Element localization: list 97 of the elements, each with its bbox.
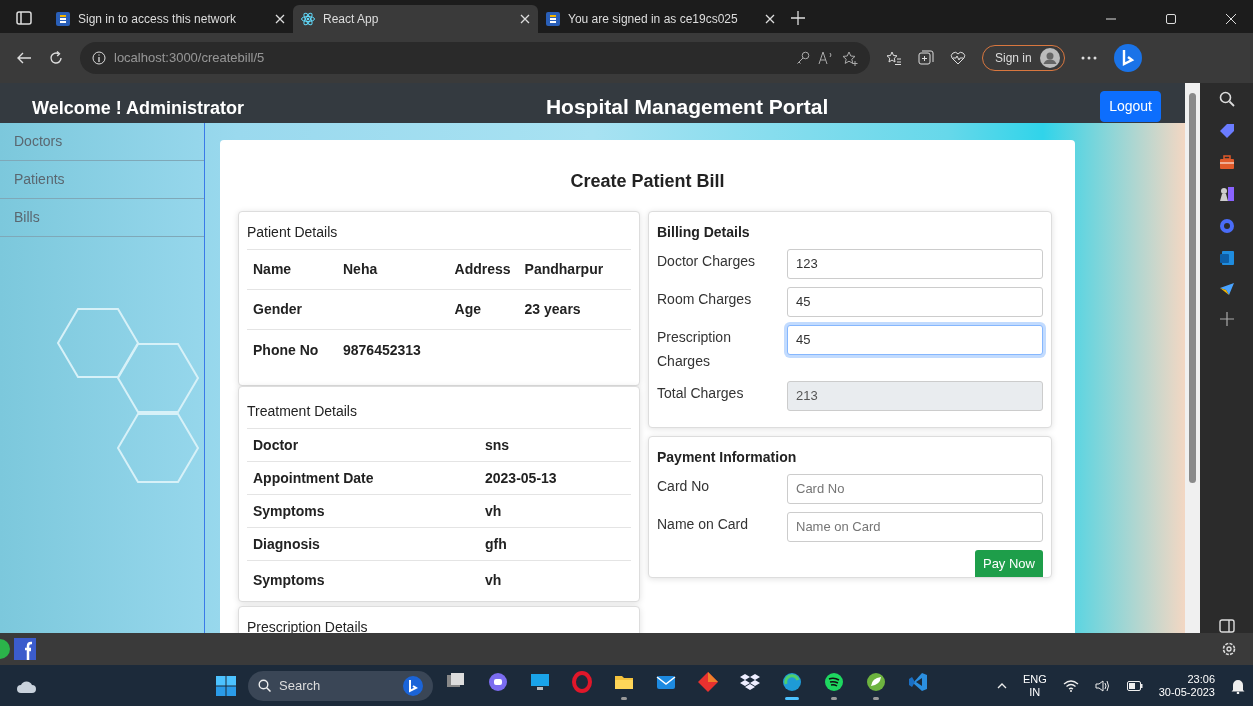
field-label: Doctor xyxy=(253,436,299,453)
search-placeholder: Search xyxy=(279,676,322,695)
windows-start-icon[interactable] xyxy=(216,675,236,696)
field-value: vh xyxy=(485,572,502,589)
info-icon[interactable] xyxy=(92,51,106,65)
field-value: 2023-05-13 xyxy=(485,469,557,486)
browser-tab[interactable]: React App xyxy=(293,5,538,33)
input-field[interactable]: 123 xyxy=(787,248,1043,279)
settings-icon[interactable] xyxy=(1221,641,1237,657)
close-icon[interactable] xyxy=(520,14,530,24)
tab-title: Sign in to access this network xyxy=(78,11,238,28)
sidebar-panel-icon[interactable] xyxy=(1218,619,1235,633)
diamond-icon xyxy=(697,671,719,693)
field-value: 23 years xyxy=(524,300,581,317)
avatar-icon xyxy=(1039,48,1060,68)
key-icon[interactable] xyxy=(796,51,810,65)
read-aloud-icon[interactable] xyxy=(818,51,834,65)
field-label: Name xyxy=(253,260,292,277)
portal-title: Hospital Management Portal xyxy=(544,94,830,120)
toolbox-icon[interactable] xyxy=(1218,155,1235,170)
heart-pulse-icon[interactable] xyxy=(950,51,966,65)
chess-pieces-icon[interactable] xyxy=(1218,186,1235,202)
paper-plane-icon[interactable] xyxy=(1218,282,1235,296)
back-icon[interactable] xyxy=(16,51,32,65)
tab-title: You are signed in as ce19cs025 xyxy=(568,11,739,28)
language-label[interactable]: ENG xyxy=(1022,672,1047,686)
field-label: Diagnosis xyxy=(253,535,320,552)
field-label: Appointment Date xyxy=(253,469,374,486)
new-tab-icon[interactable] xyxy=(791,11,805,25)
field-label: Total Charges xyxy=(657,383,745,403)
atom-icon xyxy=(301,12,315,26)
refresh-icon[interactable] xyxy=(48,50,64,66)
star-plus-icon[interactable] xyxy=(842,50,858,66)
address-bar[interactable]: localhost:3000/createbill/5 xyxy=(80,42,870,74)
clock-date[interactable]: 30-05-2023 xyxy=(1158,685,1215,699)
field-value: vh xyxy=(485,502,502,519)
search-icon[interactable] xyxy=(1218,91,1235,107)
field-label: Card No xyxy=(657,476,711,496)
input-field[interactable]: 45 xyxy=(787,324,1043,355)
panel-title: Treatment Details xyxy=(247,402,358,421)
field-value: Pandharpur xyxy=(524,260,604,277)
search-icon xyxy=(258,679,271,692)
close-icon[interactable] xyxy=(1225,13,1237,25)
favorites-icon[interactable] xyxy=(886,51,902,65)
panel-title: Payment Information xyxy=(657,447,798,467)
code-editor-icon xyxy=(907,671,929,693)
leaf-icon xyxy=(865,671,887,693)
field-label: Name on Card xyxy=(657,514,750,534)
monitor-icon xyxy=(529,671,551,693)
collections-icon[interactable] xyxy=(918,50,934,66)
tag-icon[interactable] xyxy=(1218,123,1235,139)
wifi-icon[interactable] xyxy=(1062,679,1079,692)
field-label: Symptoms xyxy=(253,502,325,519)
close-icon[interactable] xyxy=(765,14,775,24)
panel-title: Billing Details xyxy=(657,222,751,242)
field-label: Doctor Charges xyxy=(657,251,757,271)
tab-actions-icon[interactable] xyxy=(16,11,32,25)
browser-tab[interactable]: You are signed in as ce19cs025 xyxy=(538,5,783,33)
field-value: 9876452313 xyxy=(343,341,421,358)
taskbar-search-field[interactable]: Search xyxy=(248,670,433,701)
more-icon[interactable] xyxy=(1080,56,1097,60)
clock-time[interactable]: 23:06 xyxy=(1158,672,1215,686)
field-label: Room Charges xyxy=(657,289,753,309)
page-heading: Create Patient Bill xyxy=(569,169,726,193)
field-label: Gender xyxy=(253,300,302,317)
scrollbar[interactable] xyxy=(1185,83,1200,633)
input-field[interactable]: Name on Card xyxy=(787,511,1043,542)
field-value: Neha xyxy=(343,260,378,277)
input-field[interactable]: 45 xyxy=(787,286,1043,317)
close-icon[interactable] xyxy=(275,14,285,24)
url-text: localhost:3000/createbill/5 xyxy=(114,49,266,68)
field-label: Address xyxy=(454,260,511,277)
app-icon xyxy=(0,639,10,659)
battery-icon[interactable] xyxy=(1126,680,1143,691)
logout-button[interactable]: Logout xyxy=(1100,91,1161,122)
field-label: Age xyxy=(454,300,481,317)
facebook-icon[interactable] xyxy=(14,638,36,660)
volume-icon[interactable] xyxy=(1094,679,1111,692)
field-label: Symptoms xyxy=(253,572,325,589)
notification-icon[interactable] xyxy=(1231,677,1245,694)
maximize-icon[interactable] xyxy=(1165,13,1177,25)
region-label[interactable]: IN xyxy=(1022,685,1047,699)
tab-title: React App xyxy=(323,11,380,28)
field-value: gfh xyxy=(485,535,507,552)
chevron-up-icon[interactable] xyxy=(996,682,1007,689)
welcome-text: Welcome ! Administrator xyxy=(31,97,245,120)
add-icon[interactable] xyxy=(1219,312,1234,326)
scroll-thumb[interactable] xyxy=(1189,93,1196,483)
field-value: sns xyxy=(485,436,510,453)
input-field[interactable]: Card No xyxy=(787,473,1043,504)
site-logo-icon xyxy=(546,12,560,26)
site-logo-icon xyxy=(56,12,70,26)
field-label: Prescription Charges xyxy=(657,327,732,371)
chat-icon xyxy=(487,671,509,693)
browser-tab[interactable]: Sign in to access this network xyxy=(48,5,293,33)
field-label: Phone No xyxy=(253,341,319,358)
panel-title: Patient Details xyxy=(247,222,339,242)
